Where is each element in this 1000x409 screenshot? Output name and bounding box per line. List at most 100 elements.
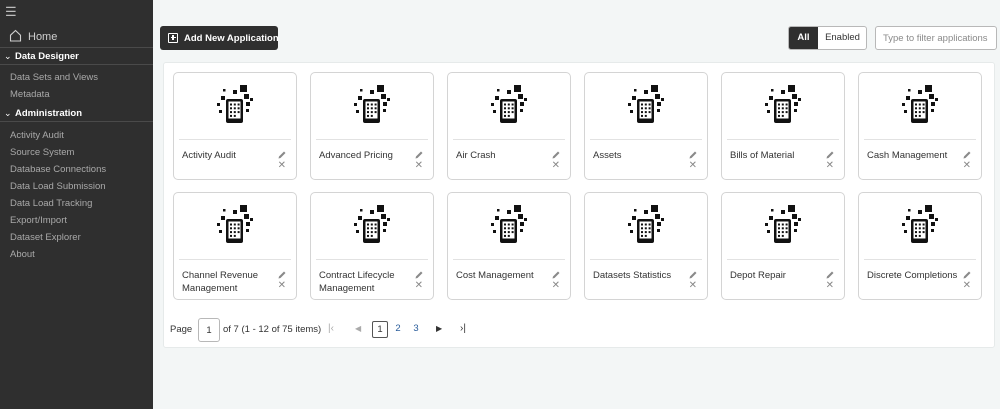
application-name: Channel Revenue Management: [182, 270, 259, 294]
divider: [453, 259, 565, 260]
delete-icon[interactable]: ✕: [689, 281, 697, 291]
sidebar-item-export-import[interactable]: Export/Import: [10, 215, 67, 226]
application-name: Cash Management: [867, 150, 948, 161]
edit-icon[interactable]: [414, 147, 424, 159]
sidebar-item-data-load-submission[interactable]: Data Load Submission: [10, 181, 106, 192]
filter-all-button[interactable]: All: [789, 27, 818, 49]
sidebar-item-home[interactable]: Home: [0, 28, 153, 48]
application-name: Bills of Material: [730, 150, 795, 161]
divider: [864, 259, 976, 260]
delete-icon[interactable]: ✕: [826, 161, 834, 171]
application-card[interactable]: Activity Audit ✕: [173, 72, 297, 180]
sidebar-item-metadata[interactable]: Metadata: [10, 89, 50, 100]
sidebar-item-source-system[interactable]: Source System: [10, 147, 74, 158]
edit-icon[interactable]: [825, 267, 835, 279]
application-icon: [763, 85, 803, 127]
application-card[interactable]: Discrete Completions ✕: [858, 192, 982, 300]
page-link-1[interactable]: 1: [372, 321, 388, 338]
application-icon: [215, 205, 255, 247]
application-name: Activity Audit: [182, 150, 236, 161]
delete-icon[interactable]: ✕: [415, 281, 423, 291]
home-icon: [9, 29, 22, 42]
page-number-input[interactable]: [198, 318, 220, 342]
delete-icon[interactable]: ✕: [963, 281, 971, 291]
chevron-down-icon: ⌄: [4, 51, 12, 61]
section-label: Data Designer: [15, 51, 79, 62]
edit-icon[interactable]: [688, 267, 698, 279]
application-card[interactable]: Datasets Statistics ✕: [584, 192, 708, 300]
divider: [727, 139, 839, 140]
application-name: Datasets Statistics: [593, 270, 672, 281]
delete-icon[interactable]: ✕: [552, 281, 560, 291]
edit-icon[interactable]: [277, 147, 287, 159]
application-name: Cost Management: [456, 270, 534, 281]
section-data-designer[interactable]: ⌄ Data Designer: [0, 49, 153, 65]
pagination: Page of 7 (1 - 12 of 75 items) |‹ ◀ 1 2 …: [170, 318, 500, 342]
edit-icon[interactable]: [825, 147, 835, 159]
application-name: Discrete Completions: [867, 270, 958, 281]
delete-icon[interactable]: ✕: [278, 281, 286, 291]
sidebar-item-dataset-explorer[interactable]: Dataset Explorer: [10, 232, 81, 243]
next-page-icon[interactable]: ▶: [436, 324, 442, 333]
edit-icon[interactable]: [414, 267, 424, 279]
first-page-icon[interactable]: |‹: [328, 323, 334, 334]
sidebar-item-data-sets-and-views[interactable]: Data Sets and Views: [10, 72, 98, 83]
divider: [590, 259, 702, 260]
filter-toggle: All Enabled: [788, 26, 867, 50]
application-name: Contract Lifecycle Management: [319, 270, 395, 294]
edit-icon[interactable]: [962, 147, 972, 159]
page-label: Page: [170, 324, 193, 335]
delete-icon[interactable]: ✕: [689, 161, 697, 171]
sidebar-item-activity-audit[interactable]: Activity Audit: [10, 130, 64, 141]
divider: [179, 139, 291, 140]
application-icon: [626, 85, 666, 127]
hamburger-icon[interactable]: ☰: [5, 5, 17, 19]
application-icon: [900, 205, 940, 247]
sidebar-item-database-connections[interactable]: Database Connections: [10, 164, 106, 175]
delete-icon[interactable]: ✕: [552, 161, 560, 171]
delete-icon[interactable]: ✕: [826, 281, 834, 291]
application-card[interactable]: Depot Repair ✕: [721, 192, 845, 300]
sidebar-item-about[interactable]: About: [10, 249, 35, 260]
divider: [179, 259, 291, 260]
filter-applications-input[interactable]: [875, 26, 997, 50]
chevron-down-icon: ⌄: [4, 108, 12, 118]
page-link-2[interactable]: 2: [390, 321, 406, 338]
divider: [316, 139, 428, 140]
last-page-icon[interactable]: ›|: [460, 323, 466, 334]
filter-enabled-button[interactable]: Enabled: [818, 27, 866, 49]
application-card[interactable]: Assets ✕: [584, 72, 708, 180]
edit-icon[interactable]: [962, 267, 972, 279]
delete-icon[interactable]: ✕: [963, 161, 971, 171]
edit-icon[interactable]: [551, 267, 561, 279]
application-card[interactable]: Channel Revenue Management ✕: [173, 192, 297, 300]
application-name: Advanced Pricing: [319, 150, 393, 161]
edit-icon[interactable]: [277, 267, 287, 279]
sidebar-item-data-load-tracking[interactable]: Data Load Tracking: [10, 198, 92, 209]
divider: [864, 139, 976, 140]
application-icon: [900, 85, 940, 127]
application-icon: [352, 85, 392, 127]
previous-page-icon[interactable]: ◀: [355, 324, 361, 333]
application-card[interactable]: Air Crash ✕: [447, 72, 571, 180]
add-application-label: Add New Application: [184, 33, 279, 44]
application-card[interactable]: Contract Lifecycle Management ✕: [310, 192, 434, 300]
page-link-3[interactable]: 3: [408, 321, 424, 338]
application-icon: [352, 205, 392, 247]
edit-icon[interactable]: [551, 147, 561, 159]
application-card[interactable]: Advanced Pricing ✕: [310, 72, 434, 180]
edit-icon[interactable]: [688, 147, 698, 159]
delete-icon[interactable]: ✕: [278, 161, 286, 171]
plus-icon: [168, 33, 178, 43]
application-name: Depot Repair: [730, 270, 786, 281]
section-administration[interactable]: ⌄ Administration: [0, 106, 153, 122]
delete-icon[interactable]: ✕: [415, 161, 423, 171]
application-icon: [489, 85, 529, 127]
application-card[interactable]: Cost Management ✕: [447, 192, 571, 300]
application-card[interactable]: Bills of Material ✕: [721, 72, 845, 180]
application-icon: [215, 85, 255, 127]
application-name: Air Crash: [456, 150, 496, 161]
application-card[interactable]: Cash Management ✕: [858, 72, 982, 180]
sidebar-item-label: Home: [28, 31, 58, 43]
add-application-button[interactable]: Add New Application: [160, 26, 279, 50]
